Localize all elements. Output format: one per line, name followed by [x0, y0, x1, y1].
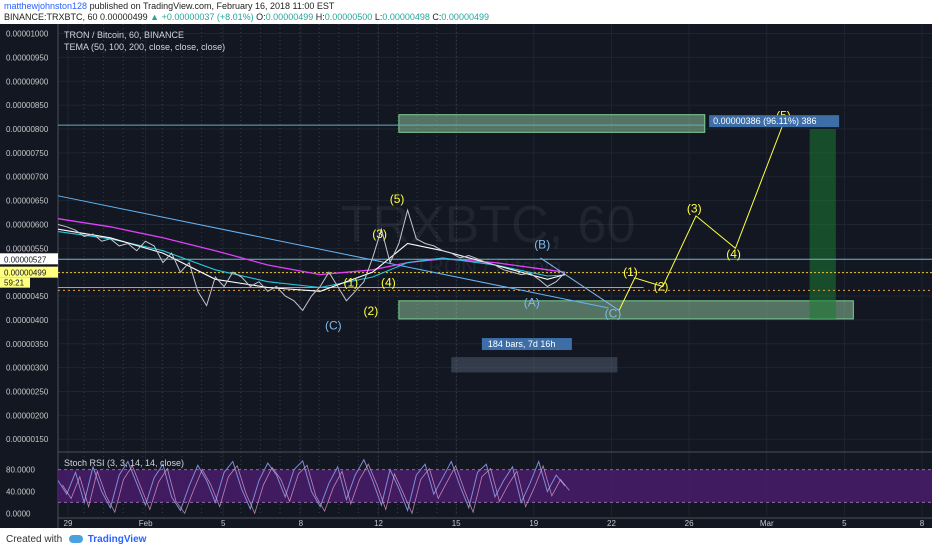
y-tick-label: 0.00000200 [6, 411, 49, 420]
legend-title: TRON / Bitcoin, 60, BINANCE [64, 30, 184, 40]
x-tick-label: Feb [139, 519, 153, 528]
wave-label: (4) [381, 276, 396, 290]
y-tick-label: 0.00000400 [6, 316, 49, 325]
measure-label: 184 bars, 7d 16h [488, 339, 556, 349]
y-tick-label: 0.00000450 [6, 292, 49, 301]
x-tick-label: 22 [607, 519, 616, 528]
last-price-label: 0.00000499 [4, 269, 47, 278]
publish-text: published on TradingView.com, February 1… [87, 1, 335, 11]
wave-label: (C) [605, 307, 622, 321]
target-label: 0.00000386 (96.11%) 386 [713, 116, 816, 126]
last-price: 0.00000499 [100, 12, 148, 22]
x-tick-label: 8 [920, 519, 925, 528]
tradingview-brand[interactable]: TradingView [88, 534, 147, 545]
wave-label: (A) [524, 296, 540, 310]
stoch-tick-label: 0.0000 [6, 509, 31, 518]
high-label: H: [315, 12, 325, 22]
y-tick-label: 0.00000800 [6, 125, 49, 134]
change-value: +0.00000037 (+8.01%) [161, 12, 254, 22]
y-tick-label: 0.00000850 [6, 101, 49, 110]
x-tick-label: 5 [221, 519, 226, 528]
wave-label: (1) [623, 265, 638, 279]
stoch-tick-label: 80.0000 [6, 466, 35, 475]
y-tick-label: 0.00000250 [6, 388, 49, 397]
watermark-name: TRON / Bitcoin [415, 254, 562, 279]
x-tick-label: 15 [452, 519, 461, 528]
watermark-symbol: TRXBTC, 60 [341, 196, 636, 254]
projection-wave-path [618, 123, 784, 311]
chart-header: matthewjohnston128 published on TradingV… [0, 0, 932, 24]
x-tick-label: 12 [374, 519, 383, 528]
y-tick-label: 0.00000900 [6, 77, 49, 86]
wave-label: (3) [687, 202, 702, 216]
wave-label: (2) [654, 279, 669, 293]
measure-box [451, 357, 618, 373]
y-tick-label: 0.00000150 [6, 435, 49, 444]
x-tick-label: 19 [529, 519, 538, 528]
y-tick-label: 0.00000950 [6, 53, 49, 62]
publish-line: matthewjohnston128 published on TradingV… [4, 1, 928, 12]
created-with-text: Created with [6, 534, 63, 545]
x-tick-label: Mar [760, 519, 774, 528]
y-tick-label: 0.00001000 [6, 30, 49, 39]
price-chart-svg[interactable]: 0.00001000 0.00000950 0.00000900 0.00000850… [0, 24, 932, 528]
y-tick-label: 0.00000600 [6, 220, 49, 229]
tradingview-logo-icon [68, 535, 83, 544]
legend-stoch: Stoch RSI (3, 3, 14, 14, close) [64, 458, 184, 468]
stoch-tick-label: 40.0000 [6, 487, 35, 496]
countdown-label: 59:21 [4, 279, 25, 288]
wave-label: (C) [325, 318, 342, 332]
wave-label: (4) [726, 247, 741, 261]
open-label: O: [256, 12, 266, 22]
support-box [398, 300, 854, 320]
y-tick-label: 0.00000750 [6, 149, 49, 158]
footer: Created with TradingView [0, 528, 932, 550]
open-value: 0.00000499 [265, 12, 314, 22]
x-tick-label: 29 [64, 519, 73, 528]
ohlc-line: BINANCE:TRXBTC, 60 0.00000499 ▲ +0.00000… [4, 12, 928, 23]
wave-label: (2) [364, 304, 379, 318]
x-tick-label: 8 [299, 519, 304, 528]
symbol-label: BINANCE:TRXBTC, 60 [4, 12, 98, 22]
price-label-a: 0.00000527 [4, 255, 47, 264]
target-box [398, 114, 706, 133]
y-tick-label: 0.00000700 [6, 173, 49, 182]
y-tick-label: 0.00000300 [6, 364, 49, 373]
x-tick-label: 5 [842, 519, 847, 528]
chart-area[interactable]: 0.00001000 0.00000950 0.00000900 0.00000850… [0, 24, 932, 528]
high-value: 0.00000500 [324, 12, 373, 22]
close-value: 0.00000499 [441, 12, 489, 22]
author-link[interactable]: matthewjohnston128 [4, 1, 87, 11]
y-tick-label: 0.00000550 [6, 244, 49, 253]
wave-label: (1) [343, 276, 358, 290]
low-value: 0.00000498 [382, 12, 430, 22]
change-arrow-icon: ▲ [150, 12, 160, 22]
x-tick-label: 26 [685, 519, 694, 528]
legend-indicator: TEMA (50, 100, 200, close, close, close) [64, 42, 225, 52]
y-tick-label: 0.00000350 [6, 340, 49, 349]
y-tick-label: 0.00000650 [6, 197, 49, 206]
